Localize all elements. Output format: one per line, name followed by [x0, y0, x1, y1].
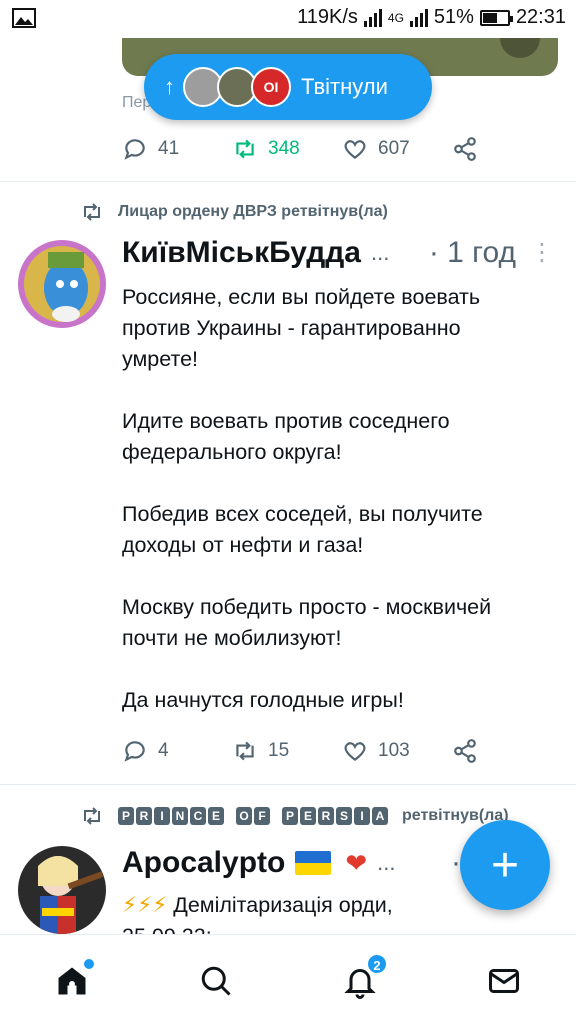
nav-search[interactable] — [198, 963, 234, 999]
tweet-actions: 4 15 103 — [122, 738, 502, 764]
timestamp[interactable]: · 1 год — [429, 236, 516, 270]
boxed-letter: I — [154, 807, 170, 825]
tweet-header: Apocalypto ❤ ... · 2 — [122, 846, 486, 880]
battery-icon — [479, 9, 513, 26]
boxed-letter: P — [118, 807, 134, 825]
retweet-context[interactable]: PRINCEOFPERSIA ретвітнув(ла) — [80, 804, 509, 828]
avatar[interactable] — [18, 240, 106, 328]
reply-button[interactable]: 4 — [122, 738, 232, 764]
share-button[interactable] — [452, 738, 478, 764]
pill-avatars: OI — [183, 67, 291, 107]
share-icon — [454, 137, 476, 161]
heart-icon — [344, 140, 366, 160]
like-count: 103 — [378, 740, 410, 761]
home-icon — [58, 967, 86, 995]
retweet-icon — [84, 203, 100, 221]
clock: 22:31 — [515, 6, 566, 28]
network-speed: 119K/s — [297, 6, 358, 28]
signal-icon — [363, 8, 382, 27]
divider — [0, 181, 576, 182]
retweet-button[interactable]: 348 — [232, 136, 342, 162]
mail-icon — [489, 969, 519, 993]
notifications-badge: 2 — [366, 953, 388, 975]
boxed-letter: N — [172, 807, 188, 825]
boxed-letter: A — [372, 807, 388, 825]
bottom-navigation: 2 — [0, 934, 576, 1024]
boxed-letter: E — [208, 807, 224, 825]
retweet-button[interactable]: 15 — [232, 738, 342, 764]
divider — [0, 784, 576, 785]
reply-button[interactable]: 41 — [122, 136, 232, 162]
tweet-paragraph: Идите воевать против соседнего федеральн… — [122, 409, 450, 464]
status-indicators: 119K/s 4G 51% 22:31 — [297, 6, 566, 29]
gallery-icon — [12, 8, 36, 28]
name-ellipsis: ... — [377, 850, 396, 875]
like-count: 607 — [378, 138, 410, 159]
retweeted-by-label: Лицар ордену ДВРЗ ретвітнув(ла) — [118, 203, 388, 220]
signal-icon-2 — [409, 8, 428, 27]
reply-icon — [124, 741, 145, 762]
nav-home[interactable] — [54, 959, 94, 999]
share-button[interactable] — [452, 136, 478, 162]
ukraine-flag-icon — [295, 851, 332, 875]
retweet-icon — [236, 139, 254, 159]
reply-count: 41 — [158, 138, 180, 159]
letter-gap — [226, 807, 234, 825]
new-tweets-pill[interactable]: ↑ OI Твітнули — [144, 54, 432, 120]
retweeter-name: PRINCEOFPERSIA — [118, 807, 388, 825]
tweet-body: Россияне, если вы пойдете воевать против… — [122, 282, 542, 716]
status-bar: 119K/s 4G 51% 22:31 — [0, 0, 576, 38]
boxed-letter: C — [190, 807, 206, 825]
nav-notifications[interactable]: 2 — [342, 953, 388, 999]
search-icon — [201, 966, 231, 996]
boxed-letter: O — [236, 807, 252, 825]
reply-count: 4 — [158, 740, 169, 761]
retweet-icon — [236, 741, 254, 761]
boxed-letter: S — [336, 807, 352, 825]
network-type: 4G — [387, 10, 404, 25]
retweet-count: 348 — [268, 138, 300, 159]
boxed-letter: E — [300, 807, 316, 825]
boxed-letter: I — [354, 807, 370, 825]
tweet-actions: 41 348 607 — [122, 136, 502, 162]
share-icon — [454, 739, 476, 763]
avatar: OI — [251, 67, 291, 107]
unread-dot — [84, 959, 94, 969]
boxed-letter: R — [136, 807, 152, 825]
tweet-paragraph: Победив всех соседей, вы получите доходы… — [122, 502, 483, 557]
tweet-text: Демілітаризація орди, — [173, 893, 393, 917]
display-name[interactable]: КиївМiськБудда — [122, 236, 361, 270]
battery-percent: 51% — [433, 6, 474, 28]
name-ellipsis: ... — [370, 240, 390, 265]
new-tweets-label: Твітнули — [301, 74, 388, 99]
retweet-count: 15 — [268, 740, 290, 761]
tweet-header: КиївМiськБудда ... · 1 год ⋮ — [122, 236, 554, 270]
retweet-icon — [84, 807, 100, 825]
tweet-text: 25.09.22: — [122, 921, 542, 934]
avatar[interactable] — [18, 846, 106, 934]
arrow-up-icon: ↑ — [164, 74, 175, 99]
heart-icon — [344, 742, 366, 762]
display-name[interactable]: Apocalypto — [122, 846, 285, 880]
boxed-letter: R — [318, 807, 334, 825]
tweet-paragraph: Россияне, если вы пойдете воевать против… — [122, 285, 481, 371]
tweet-paragraph: Москву победить просто - москвичей почти… — [122, 595, 492, 650]
like-button[interactable]: 607 — [342, 136, 452, 162]
nav-messages[interactable] — [486, 963, 522, 999]
heart-on-fire-icon: ❤ — [345, 847, 368, 878]
more-options-icon[interactable]: ⋮ — [530, 241, 554, 265]
retweet-context[interactable]: Лицар ордену ДВРЗ ретвітнув(ла) — [80, 200, 388, 224]
compose-tweet-button[interactable]: + — [460, 820, 550, 910]
lightning-icons: ⚡⚡⚡ — [122, 893, 168, 917]
boxed-letter: P — [282, 807, 298, 825]
boxed-letter: F — [254, 807, 270, 825]
like-button[interactable]: 103 — [342, 738, 452, 764]
reply-icon — [124, 139, 145, 160]
tweet-paragraph: Да начнутся голодные игры! — [122, 688, 404, 712]
letter-gap — [272, 807, 280, 825]
mute-icon[interactable] — [500, 38, 540, 58]
